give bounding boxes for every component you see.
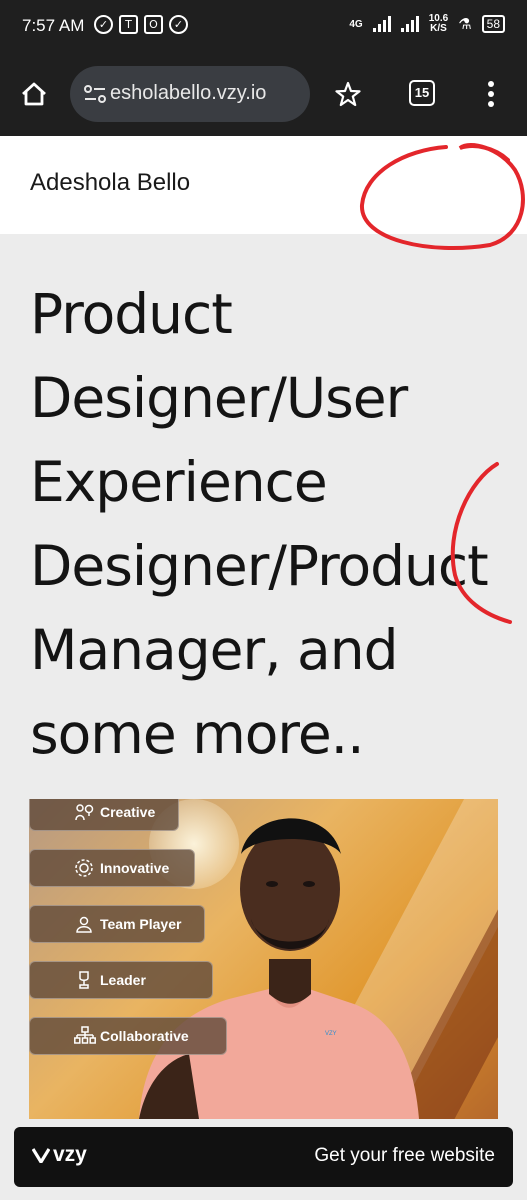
signal-icon xyxy=(400,16,419,32)
status-time: 7:57 AM xyxy=(22,16,85,35)
get-free-website-link[interactable]: Get your free website xyxy=(314,1145,495,1167)
org-chart-icon xyxy=(74,1026,96,1046)
tag-leader: Leader xyxy=(29,961,213,999)
tag-creative: Creative xyxy=(29,799,179,831)
hero-image: VZY Creative Innovative Team Player Lead… xyxy=(29,799,498,1119)
tag-label: Creative xyxy=(100,804,156,820)
tag-innovative: Innovative xyxy=(29,849,195,887)
tag-team-player: Team Player xyxy=(29,905,205,943)
teams-icon: T xyxy=(119,15,138,34)
check-circle-icon: ✓ xyxy=(94,15,113,34)
flask-icon: ⚗ xyxy=(458,16,472,33)
network-speed: 10.6 K/S xyxy=(428,13,449,34)
portrait-person: VZY xyxy=(139,818,419,1119)
url-text[interactable]: esholabello.vzy.io xyxy=(110,82,302,105)
tag-label: Team Player xyxy=(100,916,182,932)
signal-icon xyxy=(372,16,391,32)
tag-collaborative: Collaborative xyxy=(29,1017,227,1055)
lightbulb-person-icon xyxy=(74,802,94,822)
outlook-icon: O xyxy=(144,15,163,34)
shirt-print: VZY xyxy=(325,1031,337,1037)
site-settings-icon[interactable] xyxy=(84,84,106,104)
network-label: 4G xyxy=(349,18,363,30)
check-circle-icon: ✓ xyxy=(169,15,188,34)
more-vert-icon xyxy=(488,81,494,107)
status-indicators: 4G 10.6 K/S ⚗ 58 xyxy=(349,14,505,34)
trophy-icon xyxy=(74,970,94,990)
status-bar: 7:57 AM ✓ T O ✓ 4G 10.6 K/S ⚗ 58 xyxy=(0,0,527,54)
menu-button[interactable] xyxy=(471,74,511,114)
star-icon xyxy=(335,81,361,107)
tag-label: Innovative xyxy=(100,860,170,876)
tab-switcher-button[interactable]: 15 xyxy=(409,80,435,106)
battery-indicator: 58 xyxy=(481,15,505,33)
site-header: Adeshola Bello xyxy=(0,136,527,234)
vzy-banner[interactable]: vzy Get your free website xyxy=(14,1127,513,1187)
gear-icon xyxy=(74,858,94,878)
team-icon xyxy=(74,914,94,934)
tag-label: Leader xyxy=(100,972,146,988)
bookmark-button[interactable] xyxy=(328,74,368,114)
notification-icons: ✓ T O ✓ xyxy=(94,15,188,34)
browser-toolbar: esholabello.vzy.io xyxy=(0,54,527,136)
url-bar[interactable]: esholabello.vzy.io xyxy=(70,66,310,122)
site-name[interactable]: Adeshola Bello xyxy=(30,169,190,197)
home-button[interactable] xyxy=(14,74,54,114)
vzy-logo-icon xyxy=(32,1148,50,1163)
home-icon xyxy=(22,82,46,106)
vzy-logo[interactable]: vzy xyxy=(32,1143,87,1167)
hero-title: Product Designer/User Experience Designe… xyxy=(30,282,489,766)
tag-label: Collaborative xyxy=(100,1028,189,1044)
